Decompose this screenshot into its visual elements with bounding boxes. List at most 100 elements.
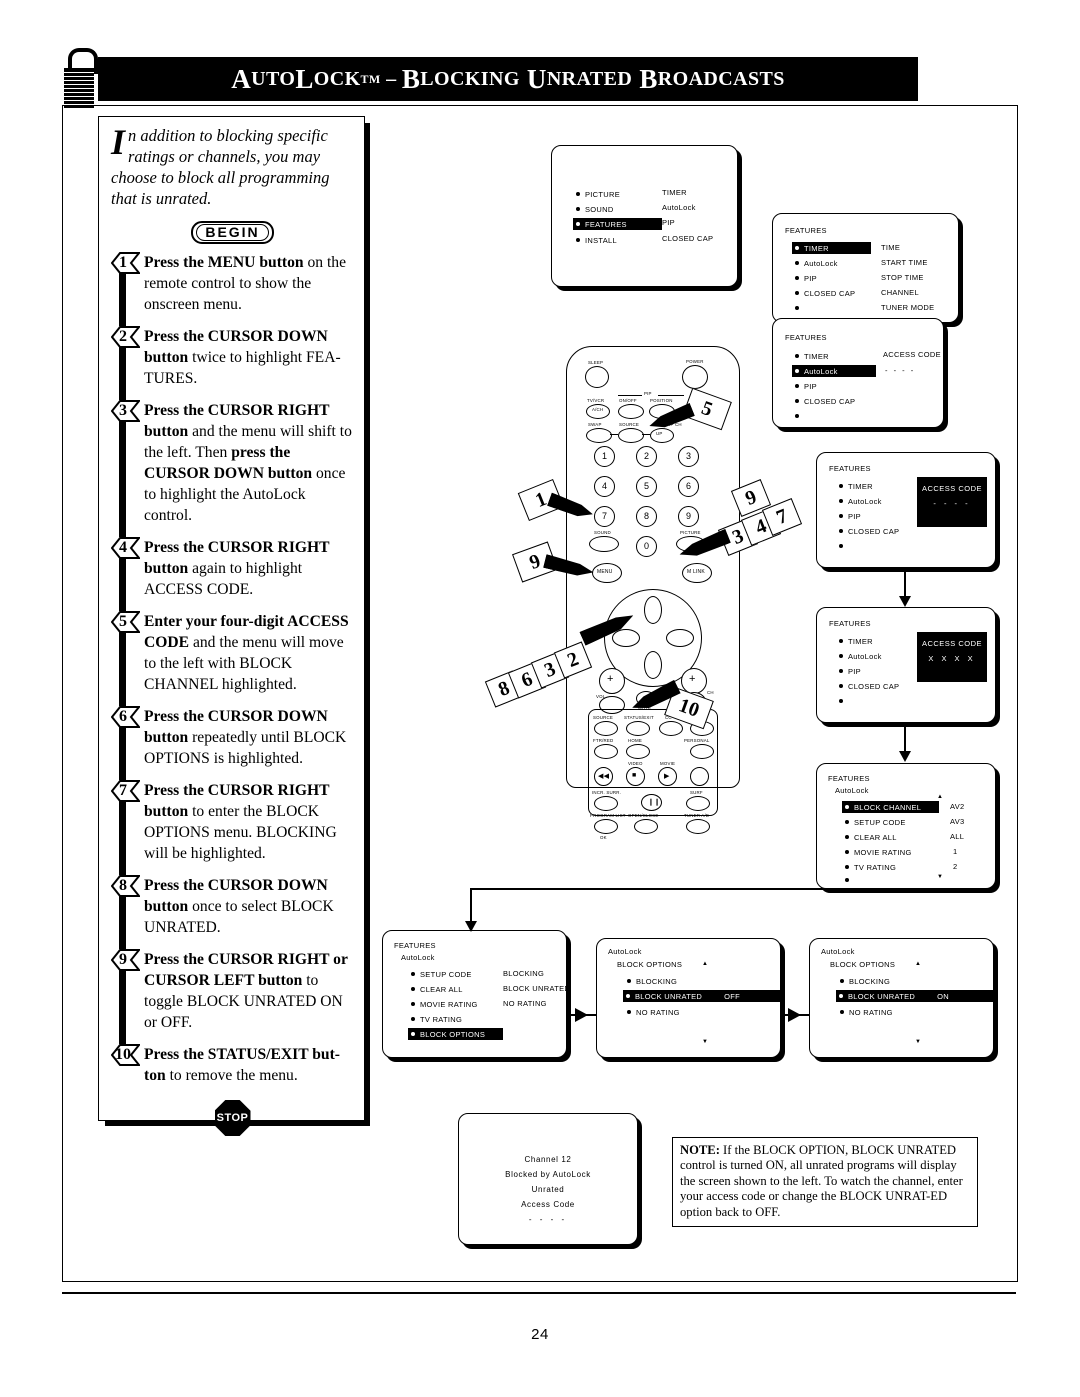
remote-button-cc[interactable] (659, 721, 683, 736)
connector-line (904, 724, 906, 754)
manual-page: 24 A UTO L OCK TM – B LOCKING U NRATED B ROADCA… (0, 0, 1080, 1397)
remote-label-incr-surr: INCR. SURR. (592, 790, 622, 795)
menu-item-label-highlighted: BLOCK UNRATED (635, 991, 703, 1001)
step-2: 2 Press the CURSOR DOWN button twice to h… (111, 326, 354, 400)
menu-value-highlighted: OFF (724, 991, 741, 1001)
menu-value: ALL (950, 832, 965, 841)
remote-button-sleep[interactable] (585, 366, 609, 388)
remote-label-picture: PICTURE (680, 530, 701, 535)
blocked-line: Unrated (531, 1185, 565, 1194)
menu-item-label: PIP (848, 666, 861, 676)
access-code-value: - - - - (933, 499, 971, 508)
remote-label-ach: A/CH (592, 407, 604, 412)
remote-cursor-down[interactable] (644, 651, 662, 679)
step-text: Press the CURSOR RIGHT button and the me… (144, 402, 352, 524)
access-code-title: ACCESS CODE (921, 639, 983, 648)
menu-item-label: CLOSED CAP (848, 526, 900, 536)
remote-cursor-left[interactable] (612, 629, 640, 647)
note-text: If the BLOCK OPTION, BLOCK UNRATED contr… (680, 1143, 963, 1219)
remote-button-source[interactable] (618, 428, 644, 443)
screen-header: AutoLock (821, 947, 855, 956)
step-number-badge: 3 (111, 400, 140, 422)
remote-label-personal: PERSONAL (684, 738, 710, 743)
remote-button-tuner-ab[interactable] (686, 819, 710, 834)
remote-button-home[interactable] (626, 744, 650, 759)
menu-value: TIMER (662, 188, 687, 197)
remote-label-position: POSITION (650, 398, 673, 403)
menu-value: CHANNEL (881, 288, 919, 297)
remote-button-surf[interactable] (686, 796, 710, 811)
menu-value: STOP TIME (881, 273, 924, 282)
remote-cursor-up[interactable] (644, 596, 662, 624)
step-text: Press the MENU button on the remote cont… (144, 254, 346, 313)
remote-button-pip-onoff[interactable] (618, 404, 644, 419)
step-text: Enter your four-digit ACCESS CODE and th… (144, 613, 349, 693)
remote-button-3[interactable]: 3 (678, 446, 699, 467)
remote-label-source: SOURCE (619, 422, 639, 427)
remote-button-source2[interactable] (594, 721, 618, 736)
menu-item-label: CLOSED CAP (848, 681, 900, 691)
access-code-title: ACCESS CODE (921, 484, 983, 493)
remote-button-sound[interactable] (589, 536, 619, 552)
menu-item-label: TV RATING (420, 1014, 463, 1024)
remote-button-swap[interactable] (586, 428, 612, 443)
remote-label-onoff: ON/OFF (619, 398, 637, 403)
screen-header: FEATURES (785, 333, 827, 342)
step-number-badge: 6 (111, 706, 140, 728)
menu-item-label: NO RATING (849, 1007, 893, 1017)
stop-sign-icon: STOP (214, 1100, 251, 1136)
menu-item-label: PICTURE (585, 189, 621, 199)
remote-button-open-close[interactable] (634, 819, 658, 834)
step-text: Press the CURSOR DOWN button repeatedly … (144, 708, 347, 767)
remote-button-personal[interactable] (690, 744, 714, 759)
menu-item-label: SETUP CODE (854, 817, 906, 827)
remote-button-forward[interactable] (690, 767, 709, 786)
remote-button-program-list[interactable] (594, 819, 618, 834)
remote-button-1[interactable]: 1 (594, 446, 615, 467)
remote-label-up: UP (656, 431, 663, 436)
remote-label-ftr-red: FTR/RED (593, 738, 614, 743)
remote-cursor-right[interactable] (666, 629, 694, 647)
begin-button: BEGIN (191, 221, 274, 244)
remote-label-sleep: SLEEP (588, 360, 604, 365)
menu-item-label: PIP (804, 273, 817, 283)
screen-subheader: BLOCK OPTIONS (830, 960, 896, 969)
step-connector-bar (119, 888, 126, 949)
remote-button-power[interactable] (682, 365, 708, 389)
tv-screen-block-unrated-off: AutoLock BLOCK OPTIONS ▲ BLOCKING BLOCK … (596, 938, 781, 1058)
menu-item-label-highlighted: FEATURES (585, 219, 627, 229)
screen-header: FEATURES (828, 774, 870, 783)
remote-button-9[interactable]: 9 (678, 506, 699, 527)
menu-value: CLOSED CAP (662, 234, 714, 243)
screen-subheader: AutoLock (401, 953, 435, 962)
remote-button-ftr-red[interactable] (594, 744, 618, 759)
steps-panel: In addition to blocking specific ratings… (98, 116, 365, 1136)
remote-button-7[interactable]: 7 (594, 506, 615, 527)
menu-value: 2 (953, 862, 958, 871)
menu-item-label: TIMER (848, 481, 873, 491)
blocked-line: - - - - (528, 1215, 568, 1224)
remote-button-status-exit[interactable] (626, 721, 650, 736)
stop-marker: STOP (111, 1100, 354, 1136)
remote-button-0[interactable]: 0 (636, 536, 657, 557)
tv-screen-features-timer: FEATURES TIMER AutoLock PIP CLOSED CAP T… (772, 213, 959, 323)
step-number-badge: 10 (111, 1044, 140, 1066)
remote-button-4[interactable]: 4 (594, 476, 615, 497)
remote-button-6[interactable]: 6 (678, 476, 699, 497)
remote-label-open-close: OPEN/CLOSE (628, 813, 659, 818)
remote-button-incr-surr[interactable] (594, 796, 618, 811)
connector-arrow-right (788, 1008, 801, 1022)
remote-button-5[interactable]: 5 (636, 476, 657, 497)
step-9: 9 Press the CURSOR RIGHT or CURSOR LEFT b… (111, 949, 354, 1044)
remote-button-2[interactable]: 2 (636, 446, 657, 467)
scroll-down-icon: ▼ (915, 1039, 921, 1045)
remote-button-8[interactable]: 8 (636, 506, 657, 527)
menu-item-label: TIMER (804, 351, 829, 361)
remote-label-menu: MENU (597, 569, 613, 575)
screen-subheader: AutoLock (835, 786, 869, 795)
step-connector-bar (119, 624, 126, 706)
menu-item-label: BLOCKING (849, 976, 891, 986)
remote-label-statusexit: STATUS/EXIT (624, 715, 654, 720)
menu-item-label: BLOCKING (636, 976, 678, 986)
remote-label-mlink: M LINK (687, 569, 705, 575)
